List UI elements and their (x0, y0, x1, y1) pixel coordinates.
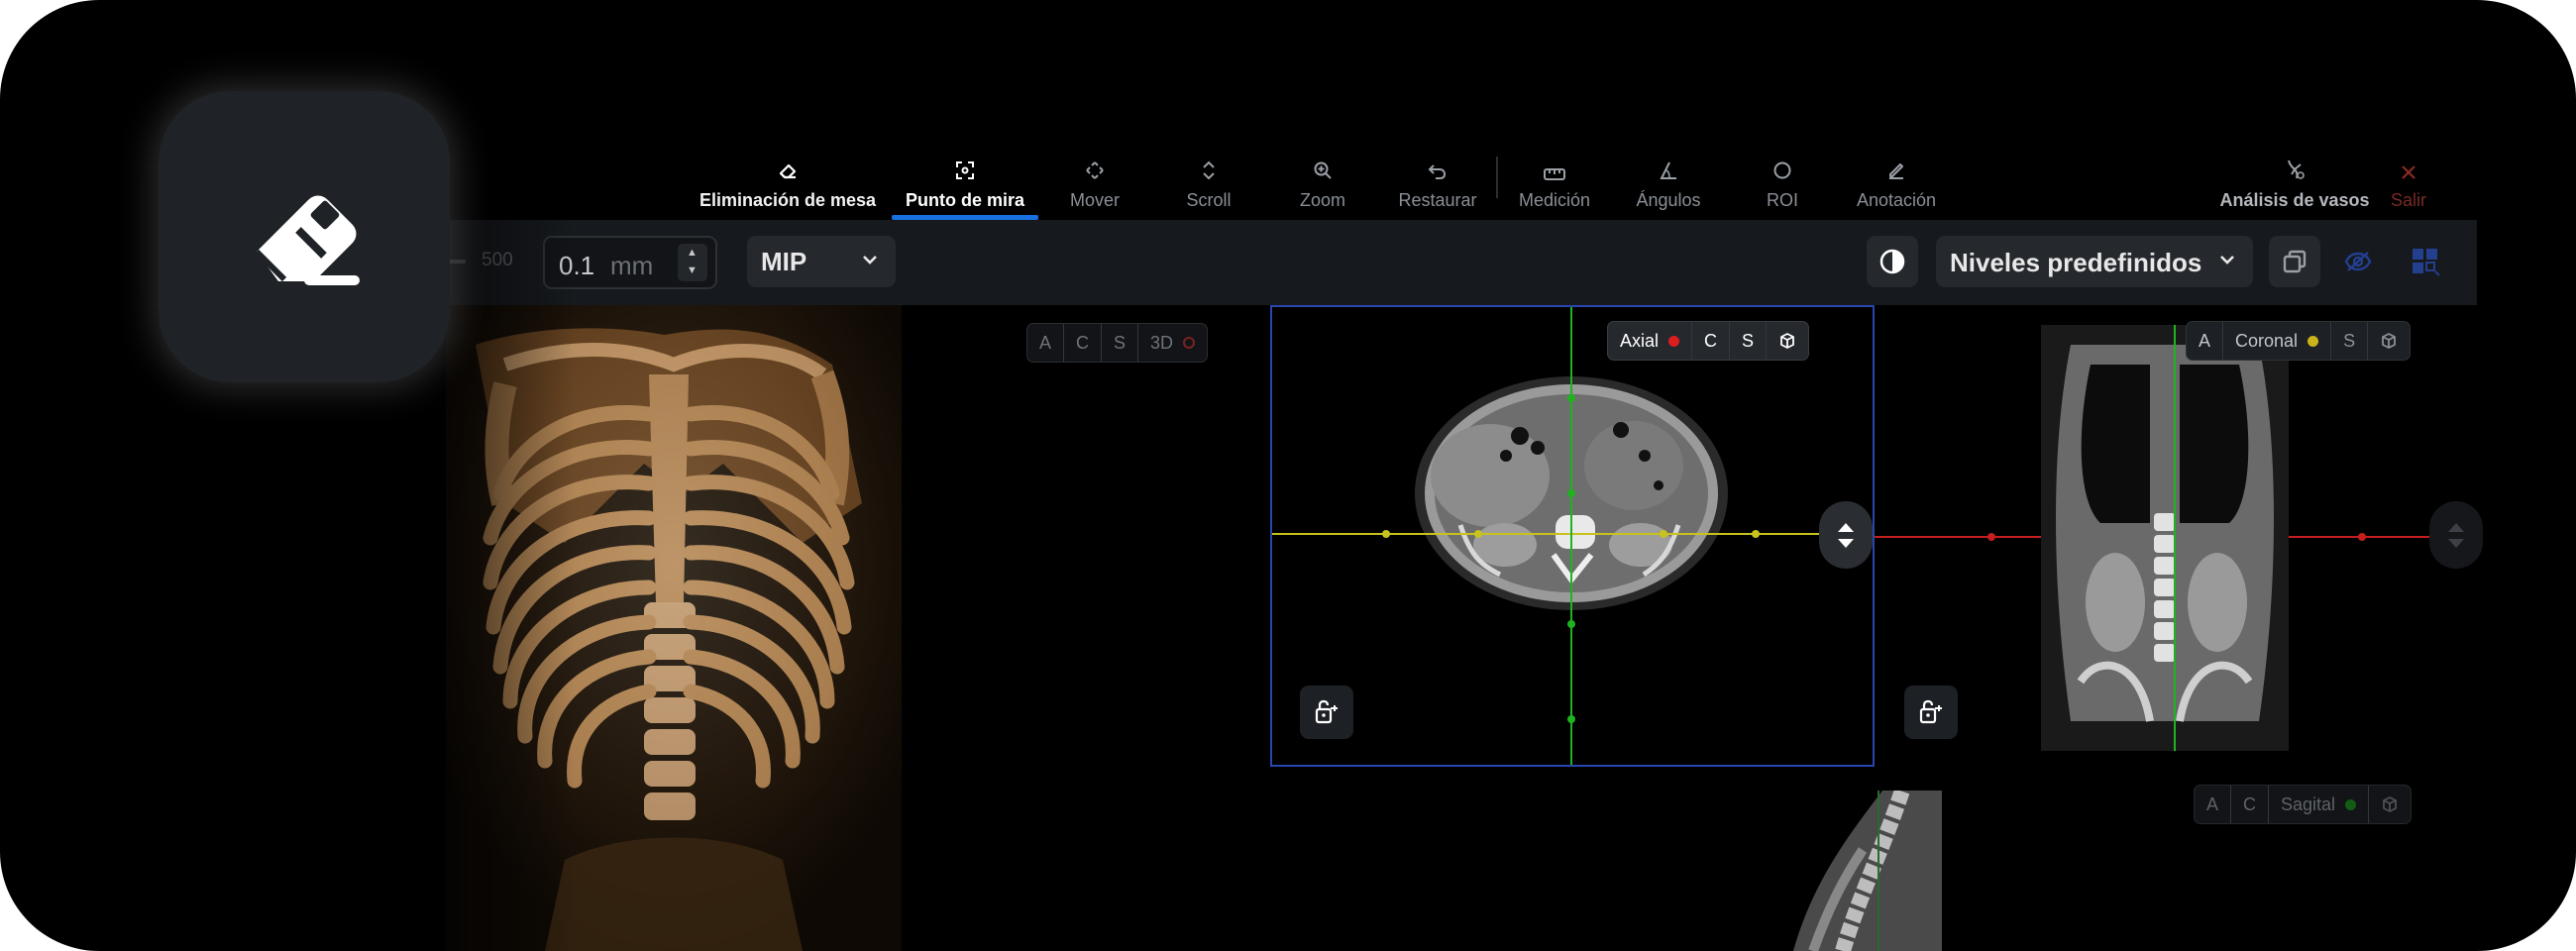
vessel-icon (2288, 159, 2305, 179)
vr-view-tabs: A C S 3D (1026, 323, 1209, 363)
contrast-button[interactable] (1867, 236, 1918, 287)
close-icon (2402, 165, 2415, 179)
copy-icon (2283, 250, 2307, 273)
tool-measure[interactable]: Medición (1498, 139, 1611, 220)
arrow-down-icon (2448, 538, 2464, 548)
tool-angles[interactable]: Ángulos (1611, 139, 1726, 220)
tab-sagittal-label: Sagital (2281, 793, 2336, 814)
tool-restore[interactable]: Restaurar (1379, 139, 1496, 220)
render-mode-select[interactable]: MIP (747, 236, 896, 287)
tab-c[interactable]: C (2231, 786, 2270, 823)
stepper-down-icon[interactable]: ▼ (687, 264, 698, 276)
tab-3d-cube[interactable] (2369, 786, 2411, 823)
zoom-icon (1314, 161, 1332, 179)
tab-3d-label: 3D (1150, 332, 1174, 353)
app-frame: Eliminación de mesa Punto de mira Mover … (0, 0, 2576, 951)
crosshair-icon (956, 161, 974, 179)
undo-icon (1428, 164, 1447, 179)
lock-icon (1919, 699, 1942, 724)
thickness-value: 0.1 (559, 251, 595, 280)
tab-s[interactable]: S (1102, 324, 1139, 362)
axial-view-tabs: Axial C S (1607, 321, 1810, 361)
ruler-icon (1544, 168, 1565, 180)
stepper-up-icon[interactable]: ▲ (687, 247, 698, 259)
thickness-stepper[interactable]: ▲ ▼ (678, 244, 707, 281)
eraser-icon (254, 195, 360, 285)
tool-move[interactable]: Mover (1038, 139, 1151, 220)
chevron-down-icon (2220, 256, 2234, 264)
coronal-scroll-handle[interactable] (2429, 501, 2483, 569)
scroll-icon (1203, 160, 1215, 180)
sagittal-ct-slice (1793, 791, 1942, 951)
layout-button[interactable] (2400, 236, 2451, 287)
tab-axial-label: Axial (1620, 330, 1660, 351)
arrow-up-icon (1838, 522, 1854, 532)
lock-button[interactable] (1300, 686, 1353, 739)
tab-a[interactable]: A (2187, 322, 2224, 360)
tab-3d-cube[interactable] (2368, 322, 2410, 360)
tool-crosshair[interactable]: Punto de mira (892, 139, 1038, 220)
slider-value: 500 (482, 250, 513, 270)
pencil-icon (1889, 163, 1903, 179)
cube-icon (2382, 333, 2396, 349)
coronal-view-tabs: A Coronal S (2186, 321, 2412, 361)
tab-3d[interactable]: 3D (1138, 324, 1207, 362)
arrow-up-icon (2448, 522, 2464, 532)
coronal-ct-slice (2041, 325, 2289, 751)
circle-icon (1773, 161, 1791, 179)
tool-annotation[interactable]: Anotación (1839, 139, 1954, 220)
sagittal-color-dot (2345, 798, 2357, 810)
lock-button-coronal[interactable] (1904, 686, 1958, 739)
exit-button[interactable]: Salir (2380, 139, 2437, 220)
axial-viewport[interactable]: Axial C S (1270, 305, 1875, 767)
presets-select[interactable]: Niveles predefinidos (1936, 236, 2253, 287)
presets-label: Niveles predefinidos (1950, 248, 2202, 277)
3d-status-dot (1183, 337, 1196, 349)
tools-toolbar: Eliminación de mesa Punto de mira Mover … (684, 139, 1954, 220)
tool-table-removal[interactable]: Eliminación de mesa (684, 139, 892, 220)
angle-icon (1660, 161, 1676, 179)
tab-s[interactable]: S (1730, 322, 1768, 360)
sagittal-viewport[interactable] (1773, 791, 1942, 951)
tool-zoom[interactable]: Zoom (1266, 139, 1379, 220)
tab-coronal-label: Coronal (2235, 330, 2299, 351)
tool-scroll[interactable]: Scroll (1151, 139, 1266, 220)
volume-render-viewport[interactable]: A C S 3D (446, 305, 1264, 951)
render-mode-value: MIP (761, 247, 807, 276)
thickness-unit: mm (610, 251, 654, 280)
cube-icon (2383, 796, 2397, 812)
tab-a[interactable]: A (2195, 786, 2232, 823)
arrow-down-icon (1838, 538, 1854, 548)
sagittal-view-tabs: A C Sagital (2194, 785, 2413, 824)
coronal-viewport[interactable] (2041, 325, 2289, 751)
table-removal-tool-tile[interactable] (159, 91, 450, 382)
ribcage-3d-render (446, 305, 902, 951)
tab-3d-cube[interactable] (1767, 322, 1808, 360)
vessel-analysis-button[interactable]: Análisis de vasos (2209, 139, 2380, 220)
grid-layout-icon (2413, 249, 2440, 276)
tab-coronal[interactable]: Coronal (2223, 322, 2332, 360)
eye-off-icon (2344, 252, 2372, 271)
tab-axial[interactable]: Axial (1608, 322, 1693, 360)
chevron-down-icon (863, 256, 877, 264)
eraser-icon (779, 163, 797, 179)
axial-ct-slice (1272, 307, 1873, 765)
tab-a[interactable]: A (1027, 324, 1065, 362)
move-icon (1086, 161, 1104, 179)
axial-scroll-handle[interactable] (1819, 501, 1873, 569)
slice-thickness-input[interactable]: 0.1 mm ▲ ▼ (543, 236, 717, 289)
cube-icon (1780, 333, 1794, 349)
visibility-toggle[interactable] (2332, 236, 2384, 287)
coronal-color-dot (2308, 335, 2319, 347)
right-tools: Análisis de vasos Salir (2209, 139, 2437, 220)
tab-c[interactable]: C (1064, 324, 1103, 362)
tab-s[interactable]: S (2331, 322, 2369, 360)
copy-button[interactable] (2269, 236, 2320, 287)
lock-icon (1315, 699, 1338, 724)
tab-c[interactable]: C (1692, 322, 1731, 360)
tab-sagittal[interactable]: Sagital (2269, 786, 2370, 823)
tool-roi[interactable]: ROI (1726, 139, 1839, 220)
axial-color-dot (1668, 335, 1680, 347)
contrast-icon (1879, 249, 1905, 274)
